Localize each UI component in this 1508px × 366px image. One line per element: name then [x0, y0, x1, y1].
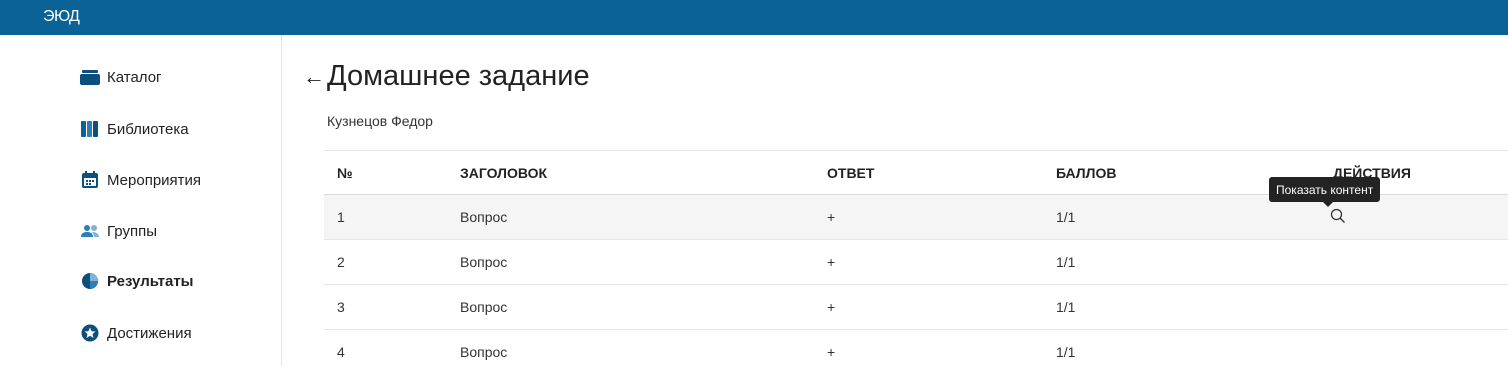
cell-answer: + — [827, 299, 836, 315]
top-bar: ЭЮД — [0, 0, 1508, 35]
sidebar-item-label: Библиотека — [107, 120, 189, 138]
cell-score: 1/1 — [1056, 299, 1076, 315]
table-row[interactable]: 4 Вопрос + 1/1 — [324, 330, 1508, 366]
sidebar-item-events[interactable]: Мероприятия — [80, 168, 201, 192]
header-title: ЗАГОЛОВОК — [460, 164, 548, 181]
sidebar-item-label: Группы — [107, 222, 157, 240]
sidebar-item-catalog[interactable]: Каталог — [80, 65, 162, 89]
show-content-tooltip: Показать контент — [1269, 177, 1381, 207]
cell-number: 2 — [337, 254, 345, 270]
cell-number: 3 — [337, 299, 345, 315]
cell-answer: + — [827, 344, 836, 360]
sidebar: Каталог Библиотека Мероприятия Группы Ре… — [0, 35, 282, 366]
cell-answer: + — [827, 254, 836, 270]
table-row[interactable]: 3 Вопрос + 1/1 — [324, 285, 1508, 330]
cell-score: 1/1 — [1056, 344, 1076, 360]
page-title: Домашнее задание — [327, 60, 590, 92]
header-answer: ОТВЕТ — [827, 164, 875, 181]
search-icon — [1330, 208, 1345, 223]
cell-title: Вопрос — [460, 299, 508, 315]
cell-title: Вопрос — [460, 344, 508, 360]
sidebar-item-groups[interactable]: Группы — [80, 219, 157, 243]
sidebar-item-library[interactable]: Библиотека — [80, 117, 189, 141]
calendar-icon — [80, 170, 100, 190]
header-number: № — [337, 164, 353, 181]
cell-number: 4 — [337, 344, 345, 360]
student-name: Кузнецов Федор — [327, 113, 433, 129]
sidebar-item-achievements[interactable]: Достижения — [80, 321, 192, 345]
group-icon — [80, 221, 100, 241]
show-content-button[interactable] — [1329, 207, 1349, 227]
cell-title: Вопрос — [460, 254, 508, 270]
cell-answer: + — [827, 209, 836, 225]
sidebar-item-label: Достижения — [107, 324, 192, 342]
cell-score: 1/1 — [1056, 254, 1076, 270]
app-logo[interactable]: ЭЮД — [43, 8, 80, 26]
achievement-star-icon — [80, 323, 100, 343]
sidebar-item-label: Результаты — [107, 272, 194, 290]
sidebar-item-label: Мероприятия — [107, 171, 202, 189]
results-pie-icon — [80, 271, 100, 291]
table-row[interactable]: 2 Вопрос + 1/1 — [324, 240, 1508, 285]
sidebar-item-results[interactable]: Результаты — [80, 269, 193, 293]
header-score: БАЛЛОВ — [1056, 164, 1117, 181]
cell-title: Вопрос — [460, 209, 508, 225]
sidebar-item-label: Каталог — [107, 68, 162, 86]
back-arrow-icon[interactable]: ← — [303, 65, 325, 88]
library-icon — [80, 119, 100, 139]
catalog-icon — [80, 67, 100, 87]
cell-number: 1 — [337, 209, 345, 225]
title-row: ← Домашнее задание — [303, 60, 590, 93]
cell-score: 1/1 — [1056, 209, 1076, 225]
